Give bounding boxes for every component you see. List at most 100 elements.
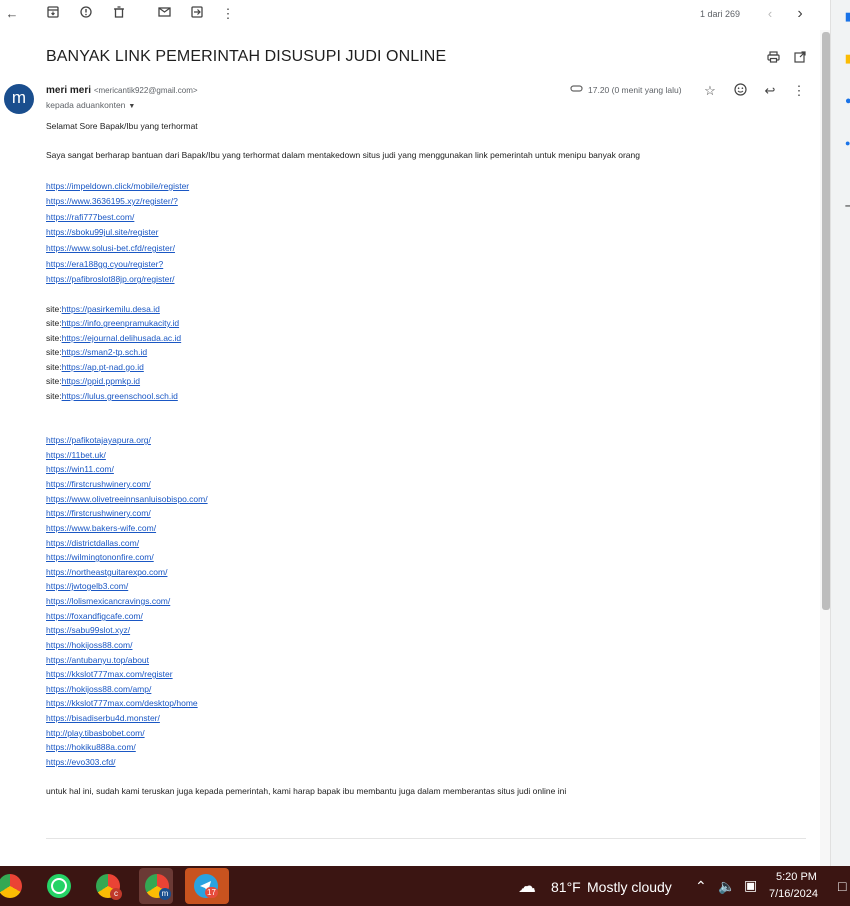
contacts-app-icon[interactable]: ●: [845, 138, 850, 148]
notification-icon[interactable]: □: [838, 878, 846, 894]
site-line: site:https://ppid.ppmkp.id: [46, 376, 140, 386]
link-item[interactable]: https://sabu99slot.xyz/: [46, 625, 130, 635]
closing-text: untuk hal ini, sudah kami teruskan juga …: [46, 786, 567, 796]
tasks-app-icon[interactable]: ●: [845, 95, 850, 107]
intro-text: Saya sangat berharap bantuan dari Bapak/…: [46, 150, 640, 160]
whatsapp-icon: [47, 874, 71, 898]
reply-icon[interactable]: ↩: [762, 83, 778, 99]
open-new-window-icon[interactable]: [792, 51, 808, 67]
link-item[interactable]: https://bisadiserbu4d.monster/: [46, 713, 160, 723]
site-link[interactable]: https://ap.pt-nad.go.id: [62, 362, 144, 372]
site-prefix: site:: [46, 333, 62, 343]
link-item[interactable]: https://era188gg.cyou/register?: [46, 259, 163, 269]
link-item[interactable]: https://antubanyu.top/about: [46, 655, 149, 665]
keep-app-icon[interactable]: ▮: [845, 52, 850, 65]
archive-icon[interactable]: [45, 6, 61, 22]
recipient-label: kepada aduankonten: [46, 100, 126, 110]
link-item[interactable]: https://rafi777best.com/: [46, 212, 134, 222]
scrollbar-thumb[interactable]: [822, 32, 830, 610]
mark-unread-icon[interactable]: [156, 6, 172, 22]
taskbar-chrome-profile-c[interactable]: c: [90, 868, 124, 904]
taskbar-chrome-profile-m[interactable]: m: [139, 868, 173, 904]
site-prefix: site:: [46, 362, 62, 372]
link-item[interactable]: https://firstcrushwinery.com/: [46, 479, 151, 489]
link-item[interactable]: https://www.bakers-wife.com/: [46, 523, 156, 533]
link-item[interactable]: https://hokijoss88.com/amp/: [46, 684, 151, 694]
move-to-icon[interactable]: [189, 6, 205, 22]
pager-count: 1 dari 269: [700, 9, 741, 19]
link-item[interactable]: https://foxandfigcafe.com/: [46, 611, 143, 621]
site-prefix: site:: [46, 318, 62, 328]
star-icon[interactable]: ☆: [702, 83, 718, 99]
site-link[interactable]: https://ejournal.delihusada.ac.id: [62, 333, 182, 343]
link-item[interactable]: https://sboku99jul.site/register: [46, 227, 158, 237]
sender-email: <mericantik922@gmail.com>: [93, 86, 198, 95]
link-item[interactable]: https://www.olivetreeinnsanluisobispo.co…: [46, 494, 208, 504]
link-item[interactable]: https://districtdallas.com/: [46, 538, 139, 548]
recipient-line[interactable]: kepada aduankonten ▼: [46, 100, 135, 110]
taskbar-chrome-profile-a[interactable]: [0, 868, 26, 904]
calendar-app-icon[interactable]: ▮: [845, 10, 850, 23]
chevron-up-icon[interactable]: ⌃: [695, 878, 707, 895]
link-item[interactable]: https://northeastguitarexpo.com/: [46, 567, 167, 577]
link-item[interactable]: https://jwtogelb3.com/: [46, 581, 128, 591]
link-item[interactable]: https://pafibroslot88jp.org/register/: [46, 274, 175, 284]
network-icon[interactable]: ▣: [744, 877, 757, 894]
caret-down-icon[interactable]: ▼: [128, 103, 135, 110]
report-spam-icon[interactable]: [78, 6, 94, 22]
site-link[interactable]: https://info.greenpramukacity.id: [62, 318, 180, 328]
clock-date[interactable]: 7/16/2024: [769, 888, 818, 900]
link-item[interactable]: https://www.solusi-bet.cfd/register/: [46, 243, 175, 253]
site-link[interactable]: https://pasirkemilu.desa.id: [62, 304, 160, 314]
link-item[interactable]: https://11bet.uk/: [46, 450, 106, 460]
site-link[interactable]: https://sman2-tp.sch.id: [62, 347, 148, 357]
site-line: site:https://info.greenpramukacity.id: [46, 318, 179, 328]
taskbar-whatsapp[interactable]: [41, 868, 75, 904]
print-icon[interactable]: [765, 51, 781, 67]
chevron-right-icon[interactable]: ›: [792, 6, 808, 22]
site-prefix: site:: [46, 376, 62, 386]
divider: [46, 838, 806, 839]
avatar[interactable]: m: [4, 84, 34, 114]
link-item[interactable]: https://hokijoss88.com/: [46, 640, 132, 650]
link-item[interactable]: http://play.tibasbobet.com/: [46, 728, 145, 738]
delete-icon[interactable]: [111, 6, 127, 22]
site-prefix: site:: [46, 304, 62, 314]
chrome-icon: [0, 874, 22, 898]
link-item[interactable]: https://lolismexicancravings.com/: [46, 596, 170, 606]
link-item[interactable]: https://impeldown.click/mobile/register: [46, 181, 189, 191]
site-line: site:https://pasirkemilu.desa.id: [46, 304, 160, 314]
link-item[interactable]: https://evo303.cfd/: [46, 757, 115, 767]
link-item[interactable]: https://kkslot777max.com/register: [46, 669, 173, 679]
cloud-weather-icon[interactable]: ☁: [518, 876, 536, 897]
site-line: site:https://sman2-tp.sch.id: [46, 347, 147, 357]
more-vert-icon[interactable]: ⋮: [791, 83, 807, 99]
email-time: 17.20 (0 menit yang lalu): [588, 85, 682, 95]
link-item[interactable]: https://wilmingtononfire.com/: [46, 552, 154, 562]
side-panel: [830, 0, 850, 866]
site-line: site:https://ejournal.delihusada.ac.id: [46, 333, 181, 343]
link-item[interactable]: https://kkslot777max.com/desktop/home: [46, 698, 198, 708]
back-arrow-icon[interactable]: ←: [4, 6, 20, 22]
link-item[interactable]: https://firstcrushwinery.com/: [46, 508, 151, 518]
weather-temp[interactable]: 81°F: [551, 879, 581, 895]
chevron-left-icon[interactable]: ‹: [762, 6, 778, 22]
link-item[interactable]: https://www.3636195.xyz/register/?: [46, 196, 178, 206]
weather-desc[interactable]: Mostly cloudy: [587, 879, 672, 895]
site-link[interactable]: https://lulus.greenschool.sch.id: [62, 391, 178, 401]
link-item[interactable]: https://hokiku888a.com/: [46, 742, 136, 752]
attachment-icon: [568, 82, 584, 98]
link-item[interactable]: https://win11.com/: [46, 464, 114, 474]
more-vert-icon[interactable]: ⋮: [220, 6, 236, 22]
volume-icon[interactable]: 🔈: [718, 878, 735, 895]
clock-time[interactable]: 5:20 PM: [776, 871, 817, 883]
site-link[interactable]: https://ppid.ppmkp.id: [62, 376, 140, 386]
site-line: site:https://lulus.greenschool.sch.id: [46, 391, 178, 401]
email-toolbar: ← ⋮ 1 dari 269 ‹ ›: [0, 0, 820, 30]
add-addon-icon[interactable]: –: [845, 200, 850, 212]
taskbar-telegram[interactable]: 17: [185, 868, 229, 904]
emoji-reaction-icon[interactable]: [732, 83, 748, 99]
link-item[interactable]: https://pafikotajayapura.org/: [46, 435, 151, 445]
profile-badge: c: [110, 888, 122, 900]
notification-badge: 17: [205, 887, 218, 898]
